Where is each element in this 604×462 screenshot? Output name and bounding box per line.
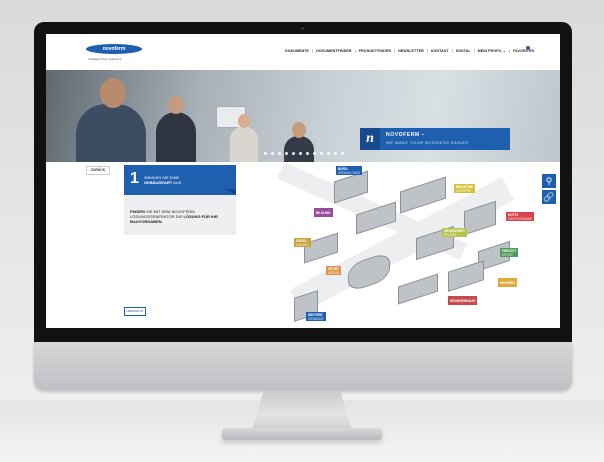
menu-item-newsletter[interactable]: NEWSLETTER xyxy=(395,49,428,53)
building-housing[interactable] xyxy=(448,260,484,292)
person-3-head xyxy=(238,114,250,128)
menu-item-dokumentfinder[interactable]: DOKUMENTFINDER xyxy=(313,49,356,53)
logo[interactable]: novoferm xyxy=(86,44,142,54)
building-industry[interactable] xyxy=(400,176,446,214)
building-map: BÜRO- VERWALTUNG INDUSTRIE LOGISTIK BILDUN… xyxy=(242,162,542,328)
monitor-chin xyxy=(34,342,572,390)
menu-item-dokumente[interactable]: DOKUMENTE xyxy=(282,49,314,53)
map-label-arena[interactable]: SPORT ARENA xyxy=(326,266,341,275)
logo-tagline: Intelligent Door Solutions xyxy=(88,57,122,61)
menu-item-digital[interactable]: DIGITAL xyxy=(453,49,475,53)
back-button[interactable]: ZURÜCK xyxy=(86,166,110,175)
top-navigation: novoferm Intelligent Door Solutions DOKU… xyxy=(46,34,560,71)
map-label-retail[interactable]: EINZEL- HANDEL xyxy=(294,238,311,247)
link-icon[interactable]: 🔗 xyxy=(542,190,556,204)
map-label-housing[interactable]: WOHNEN xyxy=(498,278,517,287)
step-text-post: AUS. xyxy=(173,180,183,185)
map-label-other[interactable]: WEITERE GEBÄUDE xyxy=(306,312,326,321)
person-2-head xyxy=(168,96,184,114)
menu-item-favoriten[interactable]: FAVORITEN xyxy=(510,49,537,53)
map-label-industry[interactable]: INDUSTRIE LOGISTIK xyxy=(454,184,476,193)
person-1-body xyxy=(76,104,146,162)
menu-item-produktfinder[interactable]: PRODUKTFINDER xyxy=(356,49,396,53)
hero-banner: n NOVOFERM – WE MAKE YOUR BUSINESS EASIE… xyxy=(46,70,560,162)
map-label-hospital[interactable]: KRANKENHAUS xyxy=(448,296,477,305)
monitor-base xyxy=(222,428,382,440)
overview-button[interactable]: ÜBERSICHT xyxy=(124,307,146,316)
person-4-body xyxy=(284,136,314,162)
person-2-body xyxy=(156,112,196,162)
map-label-hotel[interactable]: HOTEL GASTRONOMIE xyxy=(506,212,534,221)
map-label-education[interactable]: BILDUNG xyxy=(314,208,333,217)
favorites-badge xyxy=(526,46,530,50)
info-box: FINDEN SIE MIT DEM NOVOFERM LÖSUNGSGENER… xyxy=(124,195,236,235)
step-text-bold: GEBÄUDEART xyxy=(144,180,173,185)
hero-claim: n NOVOFERM – WE MAKE YOUR BUSINESS EASIE… xyxy=(360,128,510,150)
person-1-head xyxy=(100,78,126,108)
hero-title: NOVOFERM – xyxy=(386,132,426,138)
map-label-health[interactable]: GESUNDHEIT PFLEGE xyxy=(442,228,467,237)
camera-icon xyxy=(301,27,304,30)
search-icon[interactable]: ⚲ xyxy=(542,174,556,188)
map-label-office[interactable]: BÜRO- VERWALTUNG xyxy=(336,166,363,175)
hero-subtitle: WE MAKE YOUR BUSINESS EASIER xyxy=(386,140,469,145)
slider-dots[interactable] xyxy=(264,152,344,155)
monitor-stand xyxy=(252,390,352,430)
brand-n-icon: n xyxy=(360,128,380,150)
menu-item-kontakt[interactable]: KONTAKT xyxy=(428,49,453,53)
side-toolbar: ⚲ 🔗 xyxy=(542,174,556,206)
menu-item-mein-profil[interactable]: MEIN PROFIL ⌄ xyxy=(475,49,511,53)
person-3-body xyxy=(230,126,258,162)
screen: novoferm Intelligent Door Solutions DOKU… xyxy=(46,34,560,328)
step-card: 1 WÄHLEN SIE EINE GEBÄUDEART AUS. xyxy=(124,165,236,195)
step-number: 1 xyxy=(130,170,139,187)
person-4-head xyxy=(292,122,306,138)
building-hospital[interactable] xyxy=(398,273,438,305)
main-menu: DOKUMENTE DOKUMENTFINDER PRODUKTFINDER N… xyxy=(282,49,537,53)
step-text: WÄHLEN SIE EINE GEBÄUDEART AUS. xyxy=(144,175,182,185)
info-text: FINDEN SIE MIT DEM NOVOFERM LÖSUNGSGENER… xyxy=(130,209,230,224)
map-label-leisure[interactable]: FREIZEIT SPORT xyxy=(500,248,519,257)
